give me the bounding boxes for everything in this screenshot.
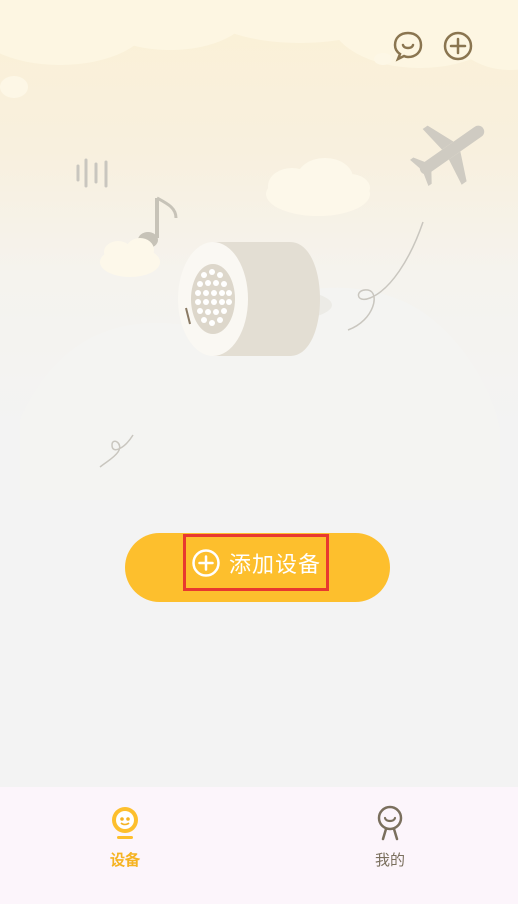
sound-bars-icon: [76, 158, 108, 188]
top-clouds: [0, 0, 518, 70]
tab-mine[interactable]: 我的: [345, 805, 435, 875]
small-cloud: [0, 76, 28, 98]
add-device-highlight[interactable]: 添加设备: [183, 534, 329, 591]
chat-bubble-icon[interactable]: [392, 30, 424, 62]
tab-mine-label: 我的: [374, 851, 405, 869]
add-device-button[interactable]: 添加设备: [125, 533, 390, 602]
device-home-screen: 添加设备 设备 我的: [0, 0, 518, 904]
left-cloud: [100, 238, 160, 277]
device-smiley-icon: [109, 805, 141, 841]
tab-devices-label: 设备: [109, 851, 140, 869]
tiny-cloud: [374, 53, 392, 65]
speaker-illustration: [178, 242, 332, 356]
plus-circle-icon[interactable]: [442, 30, 474, 62]
add-device-label: 添加设备: [228, 552, 321, 578]
middle-cloud: [266, 158, 370, 216]
tab-devices[interactable]: 设备: [80, 805, 170, 875]
scene-background: [0, 0, 518, 500]
person-icon: [374, 805, 406, 841]
add-circle-icon: [191, 548, 221, 578]
hero-illustration: [0, 0, 518, 500]
bottom-tab-bar: 设备 我的: [0, 787, 518, 904]
airplane-icon: [410, 125, 485, 187]
